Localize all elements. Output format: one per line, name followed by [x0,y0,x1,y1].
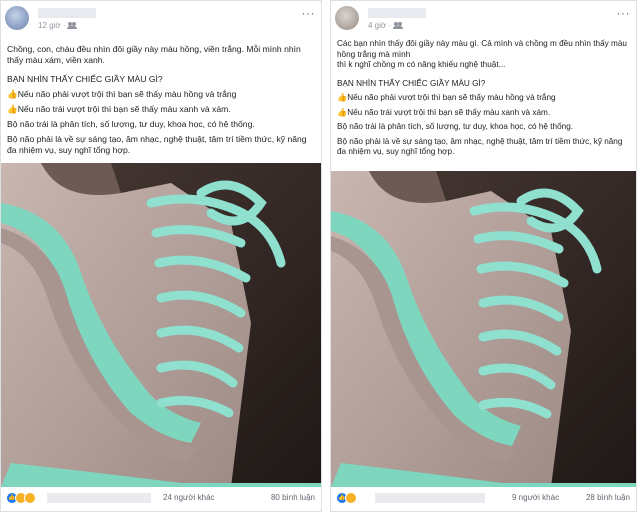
pointing-hand-icon: 👍 [337,93,348,102]
author-name-redacted[interactable] [38,8,96,18]
friends-icon [393,22,404,29]
post-question: BẠN NHÌN THẤY CHIẾC GIẦY MÀU GÌ? [337,78,486,88]
post-left-brain: Bộ não trái là phân tích, số lượng, tư d… [7,119,255,129]
post-text: Các bạn nhìn thấy đôi giầy này màu gì. C… [337,39,630,162]
post-header: 12 giờ · ··· [1,1,321,35]
post-timestamp[interactable]: 4 giờ · [368,21,391,30]
post-card: 4 giờ · ··· Các bạn nhìn thấy đôi giầy n… [330,0,637,512]
post-meta: 12 giờ · [38,21,78,30]
reaction-icons[interactable] [6,492,36,504]
shoe-photo[interactable] [1,163,321,487]
post-right-brain: Bộ não phải là về sự sáng tạo, âm nhạc, … [7,134,307,155]
reaction-icons[interactable] [336,492,357,504]
reaction-count[interactable]: 24 người khác [163,493,215,502]
post-option-pink: 👍Nếu não phải vượt trội thì bạn sẽ thấy … [7,89,237,99]
more-options-icon[interactable]: ··· [617,7,631,19]
post-intro: Chồng, con, cháu đều nhìn đôi giầy này m… [7,44,301,65]
post-footer: 24 người khác 80 bình luận [1,485,321,511]
post-text: Chồng, con, cháu đều nhìn đôi giầy này m… [7,44,315,160]
post-card: 12 giờ · ··· Chồng, con, cháu đều nhìn đ… [0,0,322,512]
post-option-grey: 👍Nếu não trái vượt trội thì bạn sẽ thấy … [7,104,231,114]
avatar[interactable] [5,6,29,30]
post-timestamp[interactable]: 12 giờ · [38,21,65,30]
comment-count[interactable]: 80 bình luận [271,493,315,502]
pointing-hand-icon: 👍 [7,89,18,99]
post-question: BẠN NHÌN THẤY CHIẾC GIẦY MÀU GÌ? [7,74,163,84]
post-meta: 4 giờ · [368,21,404,30]
more-options-icon[interactable]: ··· [302,7,316,19]
pointing-hand-icon: 👍 [337,107,348,117]
post-header: 4 giờ · ··· [331,1,636,35]
post-left-brain: Bộ não trái là phân tích, số lượng, tư d… [337,122,574,131]
haha-reaction-icon [24,492,36,504]
shoe-photo[interactable] [331,171,636,487]
shoe-illustration [331,171,636,487]
author-name-redacted[interactable] [368,8,426,18]
post-line-2: thì k nghĩ chồng m có năng khiếu nghệ th… [337,60,506,69]
post-footer: 9 người khác 28 bình luận [331,485,636,511]
pointing-hand-icon: 👍 [7,104,18,114]
shoe-illustration [1,163,321,487]
post-option-grey: 👍Nếu não trái vượt trội thì bạn sẽ thấy … [337,107,551,117]
reaction-count[interactable]: 9 người khác [512,493,559,502]
post-right-brain: Bộ não phải là về sự sáng tạo, âm nhạc, … [337,136,623,157]
post-option-pink: 👍Nếu não phải vượt trội thì bạn sẽ thấy … [337,93,556,102]
post-line-1: Các bạn nhìn thấy đôi giầy này màu gì. C… [337,39,627,59]
haha-reaction-icon [345,492,357,504]
comment-count[interactable]: 28 bình luận [586,493,630,502]
reactor-names-redacted[interactable] [47,493,151,503]
friends-icon [67,22,78,29]
avatar[interactable] [335,6,359,30]
reactor-names-redacted[interactable] [375,493,485,503]
